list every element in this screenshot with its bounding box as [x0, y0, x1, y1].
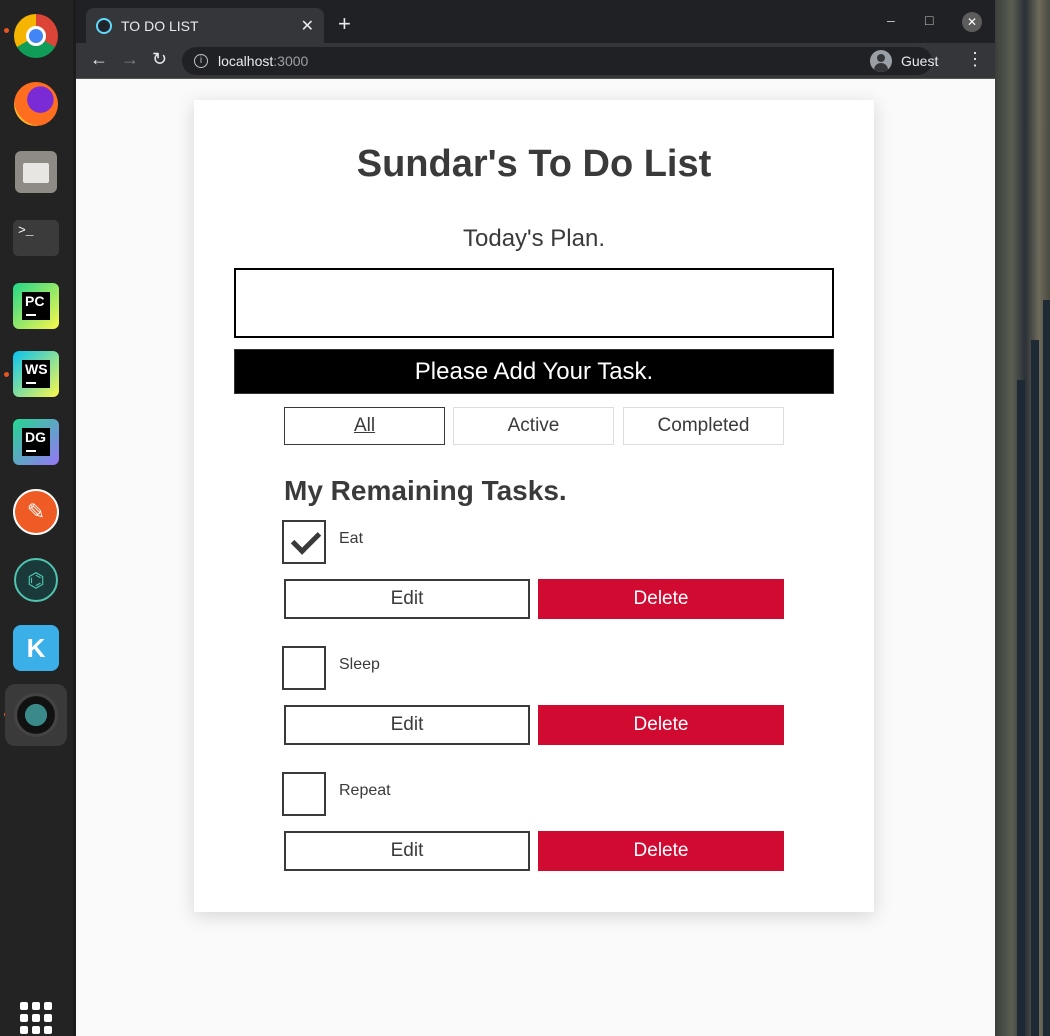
- more-menu-icon[interactable]: ⋮: [966, 49, 984, 70]
- tasks-heading: My Remaining Tasks.: [284, 475, 567, 506]
- filter-active-button[interactable]: Active: [453, 407, 614, 445]
- delete-button[interactable]: Delete: [538, 579, 784, 619]
- react-favicon-icon: [96, 17, 112, 34]
- filter-completed-button[interactable]: Completed: [623, 407, 784, 445]
- task-item: Sleep Edit Delete: [282, 646, 784, 772]
- task-checkbox[interactable]: [282, 520, 326, 564]
- back-icon[interactable]: ←: [90, 49, 108, 70]
- tab-title: TO DO LIST: [121, 17, 199, 34]
- desktop-wallpaper: [995, 0, 1050, 1036]
- task-item: Repeat Edit Delete: [282, 772, 784, 898]
- task-item: Eat Edit Delete: [282, 520, 784, 646]
- page-title: Sundar's To Do List: [356, 143, 712, 185]
- dock: >_ PC WS DG ✎ ⌬ K: [0, 0, 73, 1036]
- window-close-icon[interactable]: ✕: [962, 12, 982, 32]
- tab-bar: TO DO LIST ✕ + – □ ✕: [76, 0, 995, 43]
- task-checkbox[interactable]: [282, 772, 326, 816]
- running-indicator: [4, 28, 9, 33]
- browser-toolbar: ← → ↻ i localhost:3000 Guest ⋮: [76, 43, 995, 79]
- firefox-icon[interactable]: [12, 80, 60, 128]
- address-bar[interactable]: i localhost:3000: [182, 47, 932, 75]
- profile-button[interactable]: Guest: [870, 47, 938, 75]
- webstorm-icon[interactable]: WS: [12, 350, 60, 398]
- app-grid-icon[interactable]: [12, 994, 60, 1036]
- delete-button[interactable]: Delete: [538, 831, 784, 871]
- avatar-icon: [870, 50, 892, 72]
- task-label: Repeat: [339, 782, 391, 799]
- page-viewport: Sundar's To Do List Today's Plan. Please…: [76, 80, 995, 1036]
- close-icon[interactable]: ✕: [301, 16, 314, 36]
- running-indicator: [4, 372, 9, 377]
- gitkraken-icon[interactable]: ⌬: [12, 556, 60, 604]
- tab-todo-list[interactable]: TO DO LIST ✕: [86, 8, 324, 43]
- info-icon[interactable]: i: [194, 54, 208, 68]
- todo-card: Sundar's To Do List Today's Plan. Please…: [194, 100, 874, 912]
- edit-button[interactable]: Edit: [284, 831, 530, 871]
- postman-icon[interactable]: ✎: [12, 488, 60, 536]
- reload-icon[interactable]: ↻: [152, 49, 167, 70]
- browser-window: TO DO LIST ✕ + – □ ✕ ← → ↻ i localhost:3…: [76, 0, 995, 1036]
- task-label: Eat: [339, 530, 364, 547]
- webcam-icon[interactable]: [5, 684, 67, 746]
- add-task-button[interactable]: Please Add Your Task.: [234, 349, 834, 394]
- datagrip-icon[interactable]: DG: [12, 418, 60, 466]
- task-label: Sleep: [339, 656, 380, 673]
- pycharm-icon[interactable]: PC: [12, 282, 60, 330]
- url-port: :3000: [273, 53, 309, 69]
- task-input[interactable]: [234, 268, 834, 338]
- forward-icon[interactable]: →: [121, 49, 139, 70]
- new-tab-button[interactable]: +: [338, 11, 351, 37]
- chrome-icon[interactable]: [12, 12, 60, 60]
- filter-all-button[interactable]: All: [284, 407, 445, 445]
- kitematic-icon[interactable]: K: [12, 624, 60, 672]
- minimize-icon[interactable]: –: [887, 12, 895, 28]
- delete-button[interactable]: Delete: [538, 705, 784, 745]
- edit-button[interactable]: Edit: [284, 579, 530, 619]
- url-host: localhost: [218, 53, 274, 69]
- maximize-icon[interactable]: □: [925, 12, 933, 28]
- task-checkbox[interactable]: [282, 646, 326, 690]
- profile-name: Guest: [901, 53, 939, 69]
- files-icon[interactable]: [12, 148, 60, 196]
- plan-label: Today's Plan.: [463, 225, 605, 252]
- edit-button[interactable]: Edit: [284, 705, 530, 745]
- terminal-icon[interactable]: >_: [12, 214, 60, 262]
